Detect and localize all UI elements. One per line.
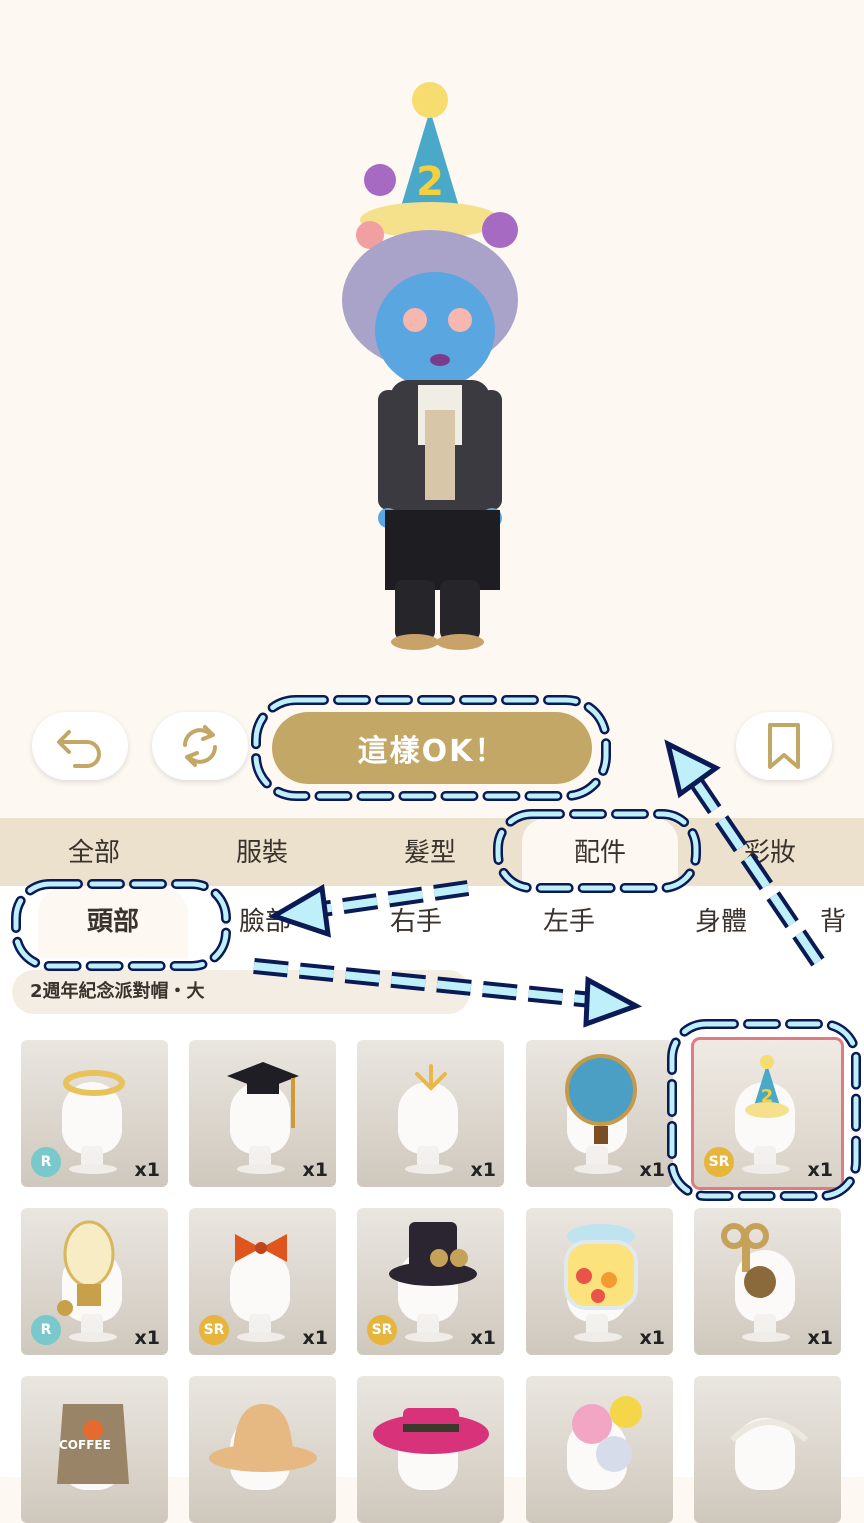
bookmark-button[interactable]	[736, 712, 832, 780]
bucket-hat-icon	[209, 1404, 317, 1472]
balloons-icon	[572, 1396, 642, 1472]
item-quantity: x1	[807, 1327, 833, 1349]
avatar-preview: 2	[0, 0, 864, 810]
selected-item-name: 2週年紀念派對帽・大	[12, 970, 470, 1014]
tab-makeup[interactable]: 彩妝	[710, 818, 830, 886]
graduation-cap-icon	[227, 1062, 299, 1128]
refresh-cycle-icon	[183, 725, 217, 767]
item-quantity: x1	[470, 1327, 496, 1349]
svg-text:2: 2	[761, 1086, 774, 1107]
sparkle-antenna-icon	[415, 1064, 447, 1091]
globe-icon	[565, 1054, 637, 1144]
subtab-body[interactable]: 身體	[661, 886, 781, 958]
rarity-badge: SR	[367, 1315, 397, 1345]
wind-up-key-icon	[721, 1223, 776, 1298]
item-cell[interactable]: SR x1	[189, 1208, 336, 1355]
rarity-badge: SR	[704, 1147, 734, 1177]
rarity-badge: SR	[199, 1315, 229, 1345]
rarity-badge: R	[31, 1315, 61, 1345]
rarity-badge: R	[31, 1147, 61, 1177]
item-quantity: x1	[639, 1327, 665, 1349]
avatar-figure: 2	[342, 82, 518, 650]
candy-jar-icon	[564, 1224, 638, 1310]
confirm-outfit-button[interactable]: 這樣OK！	[272, 712, 592, 784]
subtab-back[interactable]: 背	[820, 886, 864, 958]
item-quantity: x1	[134, 1327, 160, 1349]
tab-all[interactable]: 全部	[34, 818, 154, 886]
tab-clothing[interactable]: 服裝	[202, 818, 322, 886]
svg-text:2: 2	[416, 159, 444, 205]
subcategory-tabs: 頭部 臉部 右手 左手 身體 背	[0, 886, 864, 958]
tab-hairstyle[interactable]: 髮型	[370, 818, 490, 886]
light-bulb-icon	[57, 1220, 115, 1316]
item-quantity: x1	[302, 1327, 328, 1349]
item-quantity: x1	[134, 1159, 160, 1181]
item-cell[interactable]: x1	[694, 1208, 841, 1355]
subtab-left-hand[interactable]: 左手	[509, 886, 629, 958]
coffee-label: COFFEE	[59, 1438, 111, 1452]
item-cell-selected[interactable]: 2 SR x1	[691, 1037, 844, 1190]
subtab-right-hand[interactable]: 右手	[356, 886, 476, 958]
steampunk-top-hat-icon	[389, 1222, 477, 1286]
category-tabs: 全部 服裝 髮型 配件 彩妝	[0, 818, 864, 886]
pink-boater-hat-icon	[373, 1408, 489, 1454]
item-cell[interactable]: x1	[357, 1040, 504, 1187]
item-cell[interactable]	[357, 1376, 504, 1523]
item-cell[interactable]: x1	[526, 1208, 673, 1355]
tab-accessories[interactable]: 配件	[522, 818, 678, 886]
item-cell[interactable]	[526, 1376, 673, 1523]
item-cell[interactable]: R x1	[21, 1040, 168, 1187]
headband-icon	[729, 1419, 809, 1443]
bookmark-icon	[768, 723, 800, 769]
undo-button[interactable]	[32, 712, 128, 780]
item-cell[interactable]: COFFEE	[21, 1376, 168, 1523]
golden-halo-icon	[63, 1070, 125, 1096]
subtab-face[interactable]: 臉部	[205, 886, 325, 958]
red-bow-icon	[235, 1234, 287, 1262]
item-grid: R x1 x1 x1 x1 2 SR x1 R x1 SR x1 SR x1 x…	[0, 1030, 864, 1523]
item-quantity: x1	[639, 1159, 665, 1181]
undo-arrow-icon	[57, 730, 101, 768]
item-cell[interactable]: SR x1	[357, 1208, 504, 1355]
item-cell[interactable]: x1	[189, 1040, 336, 1187]
item-quantity: x1	[470, 1159, 496, 1181]
swap-button[interactable]	[152, 712, 248, 780]
party-hat-2-icon: 2	[745, 1055, 789, 1118]
item-cell[interactable]: x1	[526, 1040, 673, 1187]
subtab-head[interactable]: 頭部	[38, 886, 188, 958]
item-cell[interactable]	[189, 1376, 336, 1523]
item-cell[interactable]: R x1	[21, 1208, 168, 1355]
item-quantity: x1	[302, 1159, 328, 1181]
item-quantity: x1	[807, 1159, 833, 1181]
item-cell[interactable]	[694, 1376, 841, 1523]
